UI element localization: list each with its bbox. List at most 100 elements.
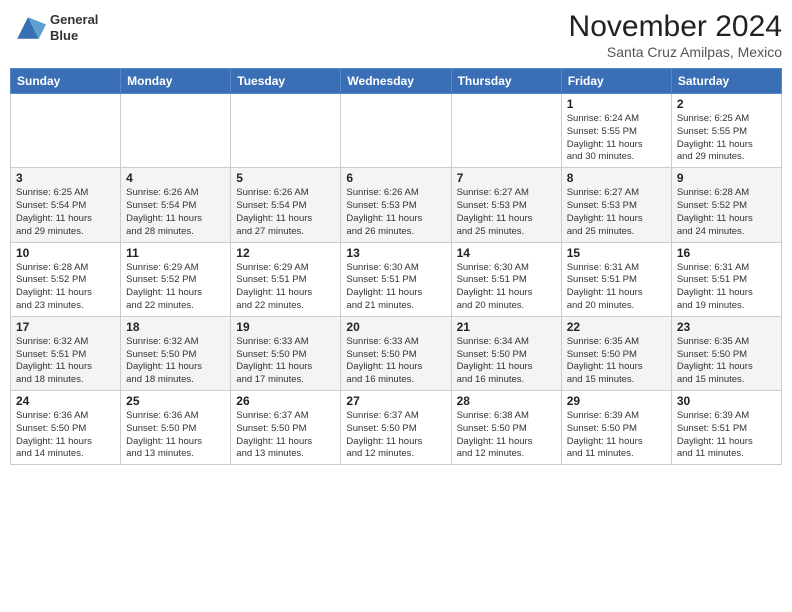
day-info: Sunrise: 6:37 AMSunset: 5:50 PMDaylight:…	[236, 410, 335, 461]
day-info: Sunrise: 6:33 AMSunset: 5:50 PMDaylight:…	[236, 336, 335, 387]
day-number: 4	[126, 171, 225, 185]
day-number: 13	[346, 246, 445, 260]
day-info: Sunrise: 6:31 AMSunset: 5:51 PMDaylight:…	[677, 262, 776, 313]
calendar-cell: 7Sunrise: 6:27 AMSunset: 5:53 PMDaylight…	[451, 168, 561, 242]
page: General Blue November 2024 Santa Cruz Am…	[0, 0, 792, 612]
day-info: Sunrise: 6:29 AMSunset: 5:52 PMDaylight:…	[126, 262, 225, 313]
day-number: 20	[346, 320, 445, 334]
calendar-cell: 10Sunrise: 6:28 AMSunset: 5:52 PMDayligh…	[11, 242, 121, 316]
day-info: Sunrise: 6:36 AMSunset: 5:50 PMDaylight:…	[16, 410, 115, 461]
day-number: 11	[126, 246, 225, 260]
calendar-cell: 30Sunrise: 6:39 AMSunset: 5:51 PMDayligh…	[671, 391, 781, 465]
calendar-cell: 22 Sunrise: 6:35 AMSunset: 5:50 PMDayligh…	[561, 316, 671, 390]
day-info: Sunrise: 6:33 AMSunset: 5:50 PMDaylight:…	[346, 336, 445, 387]
calendar-cell: 8 Sunrise: 6:27 AMSunset: 5:53 PMDaylight…	[561, 168, 671, 242]
calendar-cell: 25Sunrise: 6:36 AMSunset: 5:50 PMDayligh…	[121, 391, 231, 465]
day-number: 23	[677, 320, 776, 334]
day-info: Sunrise: 6:37 AMSunset: 5:50 PMDaylight:…	[346, 410, 445, 461]
day-info: Sunrise: 6:39 AMSunset: 5:51 PMDaylight:…	[677, 410, 776, 461]
calendar-cell: 6Sunrise: 6:26 AMSunset: 5:53 PMDaylight…	[341, 168, 451, 242]
day-number: 2	[677, 97, 776, 111]
calendar-cell: 24 Sunrise: 6:36 AMSunset: 5:50 PMDayligh…	[11, 391, 121, 465]
calendar-cell: 17Sunrise: 6:32 AMSunset: 5:51 PMDayligh…	[11, 316, 121, 390]
calendar-cell: 19 Sunrise: 6:33 AMSunset: 5:50 PMDayligh…	[231, 316, 341, 390]
day-info: Sunrise: 6:26 AMSunset: 5:54 PMDaylight:…	[126, 187, 225, 238]
day-number: 5	[236, 171, 335, 185]
calendar-cell: 29 Sunrise: 6:39 AMSunset: 5:50 PMDayligh…	[561, 391, 671, 465]
day-number: 19	[236, 320, 335, 334]
calendar-cell: 3Sunrise: 6:25 AMSunset: 5:54 PMDaylight…	[11, 168, 121, 242]
calendar-week-row: 1Sunrise: 6:24 AMSunset: 5:55 PMDaylight…	[11, 94, 782, 168]
calendar-cell: 14 Sunrise: 6:30 AMSunset: 5:51 PMDayligh…	[451, 242, 561, 316]
day-info: Sunrise: 6:25 AMSunset: 5:55 PMDaylight:…	[677, 113, 776, 164]
calendar-cell: 23 Sunrise: 6:35 AMSunset: 5:50 PMDayligh…	[671, 316, 781, 390]
calendar-cell: 11 Sunrise: 6:29 AMSunset: 5:52 PMDayligh…	[121, 242, 231, 316]
calendar-cell: 16 Sunrise: 6:31 AMSunset: 5:51 PMDayligh…	[671, 242, 781, 316]
weekday-header-thursday: Thursday	[451, 69, 561, 94]
day-info: Sunrise: 6:27 AMSunset: 5:53 PMDaylight:…	[567, 187, 666, 238]
header: General Blue November 2024 Santa Cruz Am…	[10, 10, 782, 60]
day-info: Sunrise: 6:28 AMSunset: 5:52 PMDaylight:…	[677, 187, 776, 238]
day-number: 10	[16, 246, 115, 260]
day-number: 15	[567, 246, 666, 260]
location-subtitle: Santa Cruz Amilpas, Mexico	[569, 44, 782, 60]
day-number: 25	[126, 394, 225, 408]
calendar-cell: 28Sunrise: 6:38 AMSunset: 5:50 PMDayligh…	[451, 391, 561, 465]
day-number: 17	[16, 320, 115, 334]
weekday-header-saturday: Saturday	[671, 69, 781, 94]
logo-line1: General	[50, 12, 98, 28]
weekday-header-wednesday: Wednesday	[341, 69, 451, 94]
calendar-cell	[121, 94, 231, 168]
calendar-cell	[11, 94, 121, 168]
day-number: 29	[567, 394, 666, 408]
calendar-cell: 27 Sunrise: 6:37 AMSunset: 5:50 PMDayligh…	[341, 391, 451, 465]
day-number: 18	[126, 320, 225, 334]
calendar-cell: 2 Sunrise: 6:25 AMSunset: 5:55 PMDaylight…	[671, 94, 781, 168]
day-number: 7	[457, 171, 556, 185]
calendar-table: SundayMondayTuesdayWednesdayThursdayFrid…	[10, 68, 782, 465]
calendar-cell	[451, 94, 561, 168]
weekday-header-monday: Monday	[121, 69, 231, 94]
day-number: 9	[677, 171, 776, 185]
day-number: 28	[457, 394, 556, 408]
month-title: November 2024	[569, 10, 782, 44]
calendar-cell	[341, 94, 451, 168]
weekday-header-sunday: Sunday	[11, 69, 121, 94]
day-number: 27	[346, 394, 445, 408]
logo-icon	[10, 10, 46, 46]
day-number: 14	[457, 246, 556, 260]
day-info: Sunrise: 6:32 AMSunset: 5:50 PMDaylight:…	[126, 336, 225, 387]
weekday-header-row: SundayMondayTuesdayWednesdayThursdayFrid…	[11, 69, 782, 94]
day-info: Sunrise: 6:30 AMSunset: 5:51 PMDaylight:…	[457, 262, 556, 313]
title-block: November 2024 Santa Cruz Amilpas, Mexico	[569, 10, 782, 60]
day-info: Sunrise: 6:29 AMSunset: 5:51 PMDaylight:…	[236, 262, 335, 313]
calendar-cell: 13 Sunrise: 6:30 AMSunset: 5:51 PMDayligh…	[341, 242, 451, 316]
day-number: 8	[567, 171, 666, 185]
day-info: Sunrise: 6:39 AMSunset: 5:50 PMDaylight:…	[567, 410, 666, 461]
day-number: 16	[677, 246, 776, 260]
calendar-cell: 26Sunrise: 6:37 AMSunset: 5:50 PMDayligh…	[231, 391, 341, 465]
logo: General Blue	[10, 10, 98, 46]
calendar-week-row: 17Sunrise: 6:32 AMSunset: 5:51 PMDayligh…	[11, 316, 782, 390]
calendar-cell: 18 Sunrise: 6:32 AMSunset: 5:50 PMDayligh…	[121, 316, 231, 390]
day-info: Sunrise: 6:34 AMSunset: 5:50 PMDaylight:…	[457, 336, 556, 387]
calendar-cell: 4 Sunrise: 6:26 AMSunset: 5:54 PMDaylight…	[121, 168, 231, 242]
logo-text: General Blue	[50, 12, 98, 43]
calendar-cell: 5Sunrise: 6:26 AMSunset: 5:54 PMDaylight…	[231, 168, 341, 242]
calendar-cell: 20 Sunrise: 6:33 AMSunset: 5:50 PMDayligh…	[341, 316, 451, 390]
day-info: Sunrise: 6:31 AMSunset: 5:51 PMDaylight:…	[567, 262, 666, 313]
day-info: Sunrise: 6:35 AMSunset: 5:50 PMDaylight:…	[677, 336, 776, 387]
day-number: 22	[567, 320, 666, 334]
day-info: Sunrise: 6:35 AMSunset: 5:50 PMDaylight:…	[567, 336, 666, 387]
day-number: 21	[457, 320, 556, 334]
calendar-week-row: 3Sunrise: 6:25 AMSunset: 5:54 PMDaylight…	[11, 168, 782, 242]
day-number: 24	[16, 394, 115, 408]
calendar-cell: 9 Sunrise: 6:28 AMSunset: 5:52 PMDaylight…	[671, 168, 781, 242]
calendar-week-row: 10Sunrise: 6:28 AMSunset: 5:52 PMDayligh…	[11, 242, 782, 316]
weekday-header-friday: Friday	[561, 69, 671, 94]
day-number: 6	[346, 171, 445, 185]
day-info: Sunrise: 6:30 AMSunset: 5:51 PMDaylight:…	[346, 262, 445, 313]
calendar-cell: 12 Sunrise: 6:29 AMSunset: 5:51 PMDayligh…	[231, 242, 341, 316]
calendar-week-row: 24 Sunrise: 6:36 AMSunset: 5:50 PMDayligh…	[11, 391, 782, 465]
day-number: 12	[236, 246, 335, 260]
